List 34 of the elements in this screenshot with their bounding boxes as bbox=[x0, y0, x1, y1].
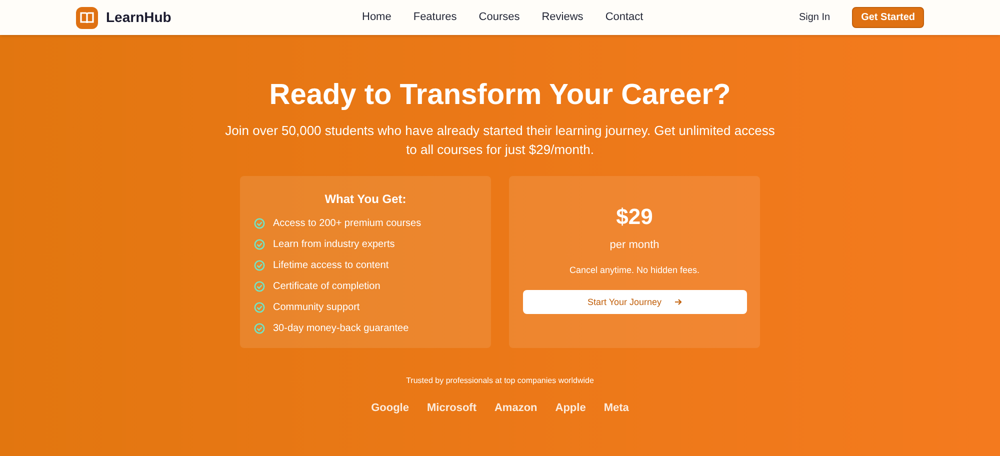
start-journey-button[interactable]: Start Your Journey bbox=[522, 290, 746, 314]
brand-name[interactable]: LearnHub bbox=[106, 7, 172, 28]
hero-subtitle: Join over 50,000 students who have already started their learning journey. Get unlimited access to all courses for just $29/month. bbox=[224, 122, 776, 160]
company-name: Google bbox=[371, 401, 409, 416]
nav-link[interactable]: Features bbox=[413, 9, 457, 26]
feature-text: Learn from industry experts bbox=[273, 238, 395, 252]
arrow-right-icon bbox=[674, 298, 682, 306]
check-circle-icon bbox=[254, 323, 265, 334]
price: $29 bbox=[616, 206, 653, 228]
feature-text: 30-day money-back guarantee bbox=[273, 322, 409, 336]
feature-text: Certificate of completion bbox=[273, 280, 380, 294]
check-circle-icon bbox=[254, 218, 265, 230]
sign-in-link[interactable]: Sign In bbox=[798, 10, 830, 25]
nav-link[interactable]: Courses bbox=[478, 9, 520, 26]
check-circle-icon bbox=[254, 239, 265, 250]
features-title: What You Get: bbox=[324, 191, 408, 208]
company-name: Microsoft bbox=[426, 401, 476, 416]
book-icon[interactable] bbox=[76, 6, 98, 28]
feature-text: Community support bbox=[273, 301, 360, 316]
check-circle-icon bbox=[254, 302, 265, 314]
nav-link[interactable]: Contact bbox=[605, 9, 644, 26]
check-circle-icon bbox=[254, 260, 265, 272]
pricing-note: Cancel anytime. No hidden fees. bbox=[569, 264, 700, 277]
feature-text: Lifetime access to content bbox=[273, 259, 389, 274]
feature-text: Access to 200+ premium courses bbox=[273, 217, 422, 232]
company-name: Apple bbox=[555, 401, 586, 416]
hero-title: Ready to Transform Your Career? bbox=[269, 78, 731, 113]
nav-link[interactable]: Reviews bbox=[542, 9, 584, 26]
nav-link[interactable]: Home bbox=[362, 9, 392, 26]
company-name: Amazon bbox=[494, 401, 538, 416]
check-circle-icon bbox=[254, 281, 265, 292]
trust-caption: Trusted by professionals at top companies worldwide bbox=[406, 375, 594, 388]
company-name: Meta bbox=[604, 401, 629, 416]
price-period: per month bbox=[610, 238, 660, 254]
